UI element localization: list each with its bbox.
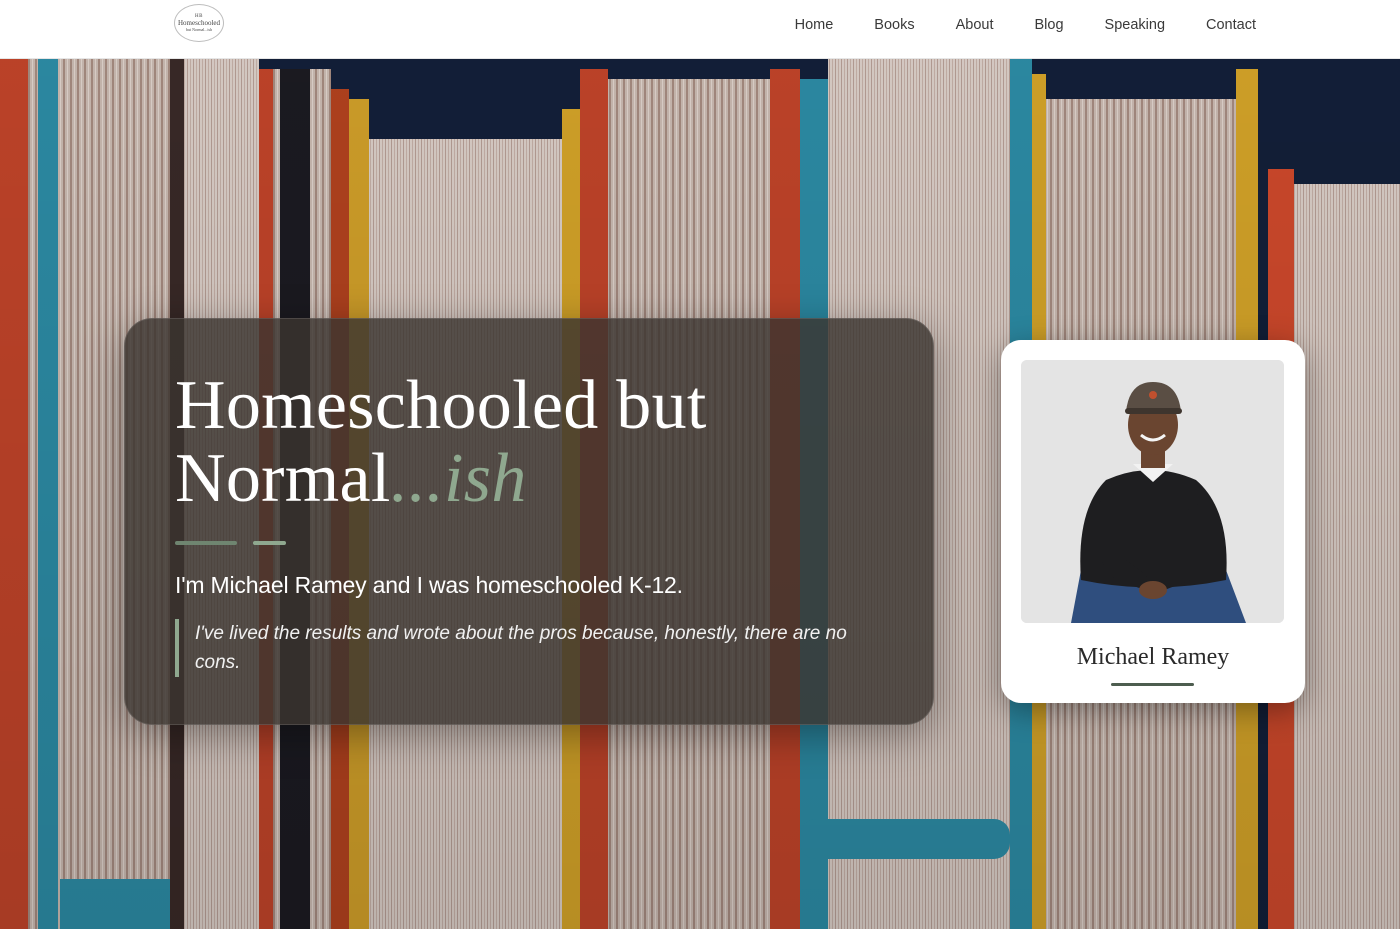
nav-link-blog[interactable]: Blog (1035, 17, 1064, 33)
profile-name-underline (1111, 683, 1194, 686)
title-line-2: Normal (175, 440, 391, 517)
intro-card: Homeschooled but Normal...ish I'm Michae… (124, 318, 934, 725)
profile-name: Michael Ramey (1076, 644, 1230, 670)
divider-segment-long (175, 541, 237, 545)
nav-link-speaking[interactable]: Speaking (1105, 17, 1165, 33)
title-divider (175, 541, 286, 545)
site-logo[interactable]: HB Homeschooled but Normal...ish (174, 4, 224, 42)
nav-link-home[interactable]: Home (795, 17, 834, 33)
title-accent: ...ish (390, 440, 527, 517)
logo-tagline: but Normal...ish (186, 27, 212, 32)
main-nav: Home Books About Blog Speaking Contact (795, 0, 1256, 50)
divider-segment-short (253, 541, 286, 545)
site-header: HB Homeschooled but Normal...ish Home Bo… (0, 0, 1400, 59)
nav-link-books[interactable]: Books (874, 17, 914, 33)
portrait-illustration (1021, 360, 1284, 623)
nav-link-contact[interactable]: Contact (1206, 17, 1256, 33)
intro-quote: I've lived the results and wrote about t… (175, 619, 875, 677)
profile-card: Michael Ramey (1001, 340, 1305, 703)
page-title: Homeschooled but Normal...ish (175, 369, 707, 515)
title-line-1: Homeschooled but (175, 367, 707, 444)
nav-link-about[interactable]: About (956, 17, 994, 33)
intro-text: I'm Michael Ramey and I was homeschooled… (175, 572, 683, 598)
profile-photo (1021, 360, 1284, 623)
logo-name: Homeschooled (178, 19, 220, 27)
